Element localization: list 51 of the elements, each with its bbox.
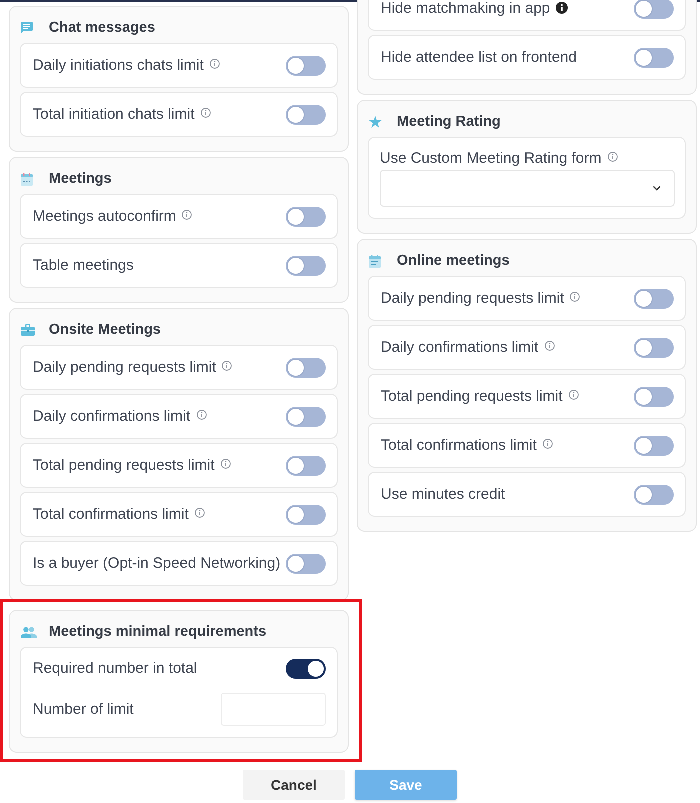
section-title: Meetings bbox=[49, 170, 112, 189]
section-title: Meetings minimal requirements bbox=[49, 623, 267, 642]
setting-label: Hide matchmaking in app bbox=[381, 0, 550, 18]
toggle-switch[interactable] bbox=[634, 484, 674, 504]
chat-bubble-icon bbox=[21, 22, 33, 34]
toggle-switch[interactable] bbox=[634, 338, 674, 358]
toggle-switch[interactable] bbox=[286, 206, 326, 226]
setting-label: Daily initiations chats limit bbox=[33, 56, 204, 76]
briefcase-icon bbox=[21, 324, 35, 336]
select-field[interactable] bbox=[380, 170, 675, 207]
star-icon bbox=[369, 116, 382, 128]
toggle-switch[interactable] bbox=[286, 504, 326, 524]
people-icon bbox=[21, 626, 37, 638]
cancel-button[interactable]: Cancel bbox=[243, 770, 345, 800]
toggle-switch[interactable] bbox=[286, 554, 326, 574]
toggle-switch[interactable] bbox=[286, 406, 326, 426]
setting-label: Total pending requests limit bbox=[381, 386, 563, 406]
setting-label: Daily pending requests limit bbox=[33, 358, 216, 378]
chevron-down-icon bbox=[653, 186, 661, 191]
setting-label: Table meetings bbox=[33, 256, 134, 276]
setting-label: Daily confirmations limit bbox=[381, 338, 539, 358]
setting-label: Total confirmations limit bbox=[381, 436, 537, 456]
calendar-icon bbox=[21, 172, 33, 186]
toggle-switch[interactable] bbox=[634, 0, 674, 18]
section-title: Meeting Rating bbox=[397, 113, 501, 132]
toggle-switch[interactable] bbox=[286, 256, 326, 276]
section-title: Online meetings bbox=[397, 252, 510, 271]
toggle-switch[interactable] bbox=[634, 436, 674, 456]
toggle-switch[interactable] bbox=[286, 456, 326, 476]
toggle-switch[interactable] bbox=[286, 56, 326, 76]
toggle-switch[interactable] bbox=[634, 386, 674, 406]
toggle-switch[interactable] bbox=[286, 358, 326, 378]
setting-label: Required number in total bbox=[33, 659, 198, 679]
setting-label: Total initiation chats limit bbox=[33, 104, 195, 124]
section-title: Chat messages bbox=[49, 19, 156, 38]
toggle-switch[interactable] bbox=[286, 104, 326, 124]
setting-label: Use minutes credit bbox=[381, 484, 506, 504]
setting-label: Daily pending requests limit bbox=[381, 288, 564, 308]
toggle-switch[interactable] bbox=[634, 48, 674, 68]
setting-label: Use Custom Meeting Rating form bbox=[380, 149, 602, 169]
setting-label: Meetings autoconfirm bbox=[33, 206, 176, 226]
setting-label: Total confirmations limit bbox=[33, 504, 189, 524]
setting-label: Is a buyer (Opt-in Speed Networking) bbox=[33, 554, 281, 574]
section-title: Onsite Meetings bbox=[49, 321, 161, 340]
calendar-icon bbox=[369, 254, 381, 268]
toggle-switch[interactable] bbox=[286, 659, 326, 679]
setting-label: Hide attendee list on frontend bbox=[381, 48, 577, 68]
setting-label: Number of limit bbox=[33, 700, 134, 720]
setting-label: Daily confirmations limit bbox=[33, 406, 191, 426]
setting-label: Total pending requests limit bbox=[33, 456, 215, 476]
toggle-switch[interactable] bbox=[634, 288, 674, 308]
